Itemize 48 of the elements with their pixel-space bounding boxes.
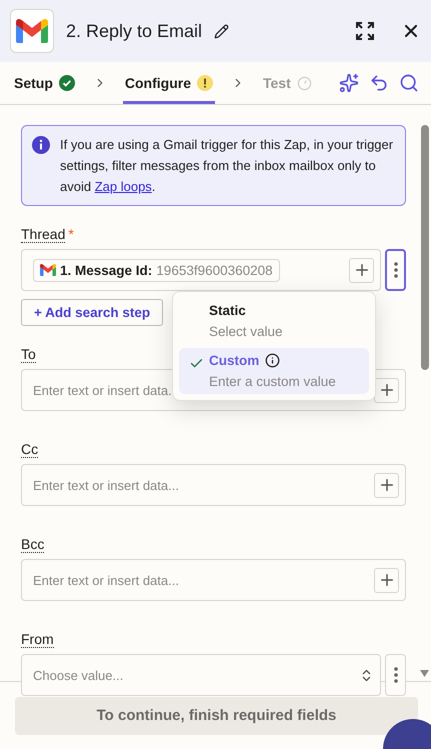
option-title: Custom xyxy=(209,353,260,368)
info-icon xyxy=(32,136,50,154)
required-mark: * xyxy=(68,226,74,243)
rename-button[interactable] xyxy=(214,24,230,38)
info-icon xyxy=(265,353,280,368)
expand-icon xyxy=(355,21,375,41)
option-description: Enter a custom value xyxy=(209,374,337,389)
placeholder-text: Enter text or insert data... xyxy=(33,572,180,588)
expand-button[interactable] xyxy=(355,21,375,41)
check-circle-icon xyxy=(58,75,75,91)
placeholder-text: Choose value... xyxy=(33,668,124,682)
clock-icon xyxy=(296,76,312,90)
step-tab[interactable]: Setup xyxy=(12,62,77,104)
undo-button[interactable] xyxy=(369,73,389,93)
field-label: From xyxy=(21,631,54,648)
more-icon xyxy=(394,262,398,278)
thread-field[interactable]: 1. Message Id: 19653f9600360208 xyxy=(21,249,381,291)
insert-data-button[interactable] xyxy=(374,472,399,498)
field-label: Thread xyxy=(21,226,66,243)
sparkle-icon xyxy=(339,73,359,93)
placeholder-text: Enter text or insert data... xyxy=(33,478,180,492)
field-label: Cc xyxy=(21,441,38,458)
pencil-icon xyxy=(214,24,230,38)
field-label: To xyxy=(21,346,36,363)
search-button[interactable] xyxy=(399,73,419,93)
insert-data-button[interactable] xyxy=(374,378,399,402)
option-description: Select value xyxy=(209,324,284,339)
field-options-button[interactable] xyxy=(385,249,406,291)
data-pill: 1. Message Id: 19653f9600360208 xyxy=(33,258,280,282)
undo-icon xyxy=(369,73,389,93)
gmail-icon xyxy=(40,264,56,276)
menu-option[interactable]: Static Select value xyxy=(179,298,369,344)
search-icon xyxy=(399,73,419,93)
add-search-step-button[interactable]: + Add search step xyxy=(21,299,164,326)
step-tab[interactable]: Configure xyxy=(122,62,215,104)
field-label: Bcc xyxy=(21,536,44,553)
scroll-down-icon[interactable] xyxy=(420,670,429,677)
gmail-logo-icon xyxy=(16,19,48,43)
option-title: Static xyxy=(209,303,246,318)
more-icon xyxy=(394,667,398,683)
menu-option[interactable]: Custom Enter a custom value xyxy=(179,348,369,394)
warning-icon xyxy=(197,75,213,91)
insert-data-button[interactable] xyxy=(374,568,399,592)
notice-text: If you are using a Gmail trigger for this Zap, in your trigger settings, filter messages from the inbox mailbox only to avoid Zap loops. xyxy=(60,136,394,196)
insert-data-button[interactable] xyxy=(349,258,374,282)
step-title: 2. Reply to Email xyxy=(66,20,202,42)
ai-button[interactable] xyxy=(339,73,359,93)
zap-loops-link[interactable]: Zap loops xyxy=(94,179,152,194)
